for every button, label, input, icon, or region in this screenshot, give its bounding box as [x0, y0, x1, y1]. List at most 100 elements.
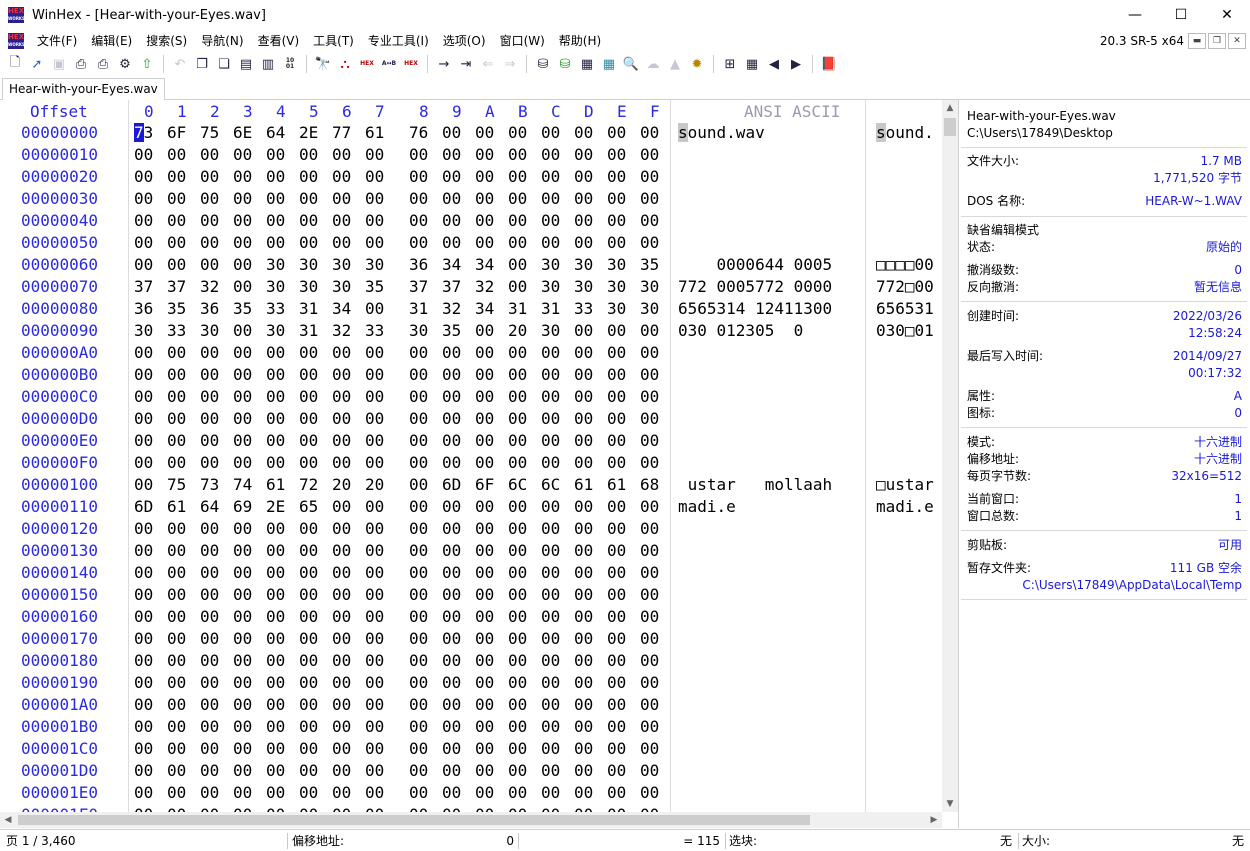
hex-byte[interactable]: 00: [299, 386, 318, 408]
hex-byte[interactable]: 00: [332, 562, 351, 584]
hex-byte[interactable]: 00: [409, 584, 428, 606]
hex-byte[interactable]: 00: [541, 782, 560, 804]
replace-text-icon[interactable]: HEX: [356, 53, 378, 75]
hex-byte[interactable]: 00: [607, 606, 626, 628]
hex-byte[interactable]: 2E: [299, 122, 318, 144]
hex-byte[interactable]: 00: [266, 210, 285, 232]
hex-byte[interactable]: 00: [200, 540, 219, 562]
hex-byte[interactable]: 00: [508, 122, 527, 144]
hex-byte[interactable]: 00: [233, 320, 252, 342]
hex-byte[interactable]: 00: [640, 122, 659, 144]
hex-byte[interactable]: 00: [332, 782, 351, 804]
hex-byte[interactable]: 00: [167, 540, 186, 562]
hex-byte[interactable]: 00: [167, 562, 186, 584]
doc-restore-button[interactable]: ❐: [1208, 33, 1226, 49]
document-logo-icon[interactable]: HEX WORKS: [8, 33, 25, 49]
hex-byte[interactable]: 00: [541, 760, 560, 782]
hex-byte[interactable]: 64: [200, 496, 219, 518]
hex-byte[interactable]: 00: [332, 364, 351, 386]
hex-byte[interactable]: 00: [574, 584, 593, 606]
back-icon[interactable]: ⇐: [477, 53, 499, 75]
hex-byte[interactable]: 00: [299, 738, 318, 760]
hex-byte[interactable]: 30: [299, 254, 318, 276]
hex-byte[interactable]: 00: [508, 496, 527, 518]
hex-byte[interactable]: 00: [134, 738, 153, 760]
hex-byte[interactable]: 00: [299, 672, 318, 694]
hex-byte[interactable]: 61: [607, 474, 626, 496]
hex-byte[interactable]: 00: [200, 342, 219, 364]
hex-byte[interactable]: 00: [508, 408, 527, 430]
hex-byte[interactable]: 00: [508, 760, 527, 782]
hex-byte[interactable]: 00: [332, 650, 351, 672]
hex-byte[interactable]: 00: [475, 782, 494, 804]
hex-byte[interactable]: 00: [475, 496, 494, 518]
hex-byte[interactable]: 6D: [134, 496, 153, 518]
hex-byte[interactable]: 00: [134, 452, 153, 474]
hex-byte[interactable]: 00: [266, 650, 285, 672]
open-disk-icon[interactable]: ⛁: [532, 53, 554, 75]
hex-byte[interactable]: 00: [640, 386, 659, 408]
hex-byte[interactable]: 00: [332, 188, 351, 210]
hex-byte[interactable]: 00: [134, 760, 153, 782]
hex-byte[interactable]: 00: [233, 364, 252, 386]
hex-byte[interactable]: 00: [475, 584, 494, 606]
hex-byte[interactable]: 00: [332, 342, 351, 364]
hex-byte[interactable]: 00: [365, 342, 384, 364]
hex-byte[interactable]: 00: [299, 232, 318, 254]
hex-byte[interactable]: 00: [541, 210, 560, 232]
hex-byte[interactable]: 00: [365, 188, 384, 210]
hex-byte[interactable]: 00: [640, 232, 659, 254]
hex-byte[interactable]: 30: [299, 276, 318, 298]
hex-byte[interactable]: 36: [200, 298, 219, 320]
hex-byte[interactable]: 00: [409, 650, 428, 672]
horizontal-scrollbar[interactable]: ◀ ▶: [0, 812, 942, 828]
hex-byte[interactable]: 00: [167, 364, 186, 386]
menu-search[interactable]: 搜索(S): [139, 30, 194, 52]
hex-byte[interactable]: 00: [167, 144, 186, 166]
hex-byte[interactable]: 00: [475, 738, 494, 760]
hex-byte[interactable]: 00: [541, 628, 560, 650]
doc-close-button[interactable]: ✕: [1228, 33, 1246, 49]
hex-byte[interactable]: 00: [640, 188, 659, 210]
menu-file[interactable]: 文件(F): [30, 30, 84, 52]
hex-byte[interactable]: 00: [332, 144, 351, 166]
hex-byte[interactable]: 00: [332, 452, 351, 474]
hex-byte[interactable]: 00: [409, 496, 428, 518]
hex-byte[interactable]: 00: [508, 276, 527, 298]
goto-offset-icon[interactable]: →: [433, 53, 455, 75]
hex-byte[interactable]: 00: [541, 738, 560, 760]
hex-byte[interactable]: 31: [409, 298, 428, 320]
hex-byte[interactable]: 00: [508, 188, 527, 210]
hex-byte[interactable]: 31: [508, 298, 527, 320]
hex-byte[interactable]: 00: [640, 166, 659, 188]
hex-byte[interactable]: 00: [475, 606, 494, 628]
hex-byte[interactable]: 00: [365, 518, 384, 540]
hex-byte[interactable]: 00: [541, 584, 560, 606]
help-book-icon[interactable]: 📕: [818, 53, 840, 75]
hex-byte[interactable]: 00: [541, 540, 560, 562]
hex-byte[interactable]: 00: [574, 430, 593, 452]
hex-byte[interactable]: 36: [134, 298, 153, 320]
hex-byte[interactable]: 00: [508, 738, 527, 760]
hex-byte[interactable]: 00: [574, 716, 593, 738]
hex-byte[interactable]: 00: [299, 562, 318, 584]
hex-byte[interactable]: 00: [167, 232, 186, 254]
hex-byte[interactable]: 37: [134, 276, 153, 298]
hex-byte[interactable]: 00: [233, 760, 252, 782]
hex-byte[interactable]: 00: [607, 430, 626, 452]
hex-byte[interactable]: 36: [409, 254, 428, 276]
hex-byte[interactable]: 72: [299, 474, 318, 496]
print-preview-icon[interactable]: ⎙: [92, 53, 114, 75]
hex-byte[interactable]: 20: [508, 320, 527, 342]
hex-byte[interactable]: 00: [332, 430, 351, 452]
hex-byte[interactable]: 00: [233, 694, 252, 716]
hex-byte[interactable]: 00: [508, 430, 527, 452]
compare-icon[interactable]: ☁: [642, 53, 664, 75]
hex-byte[interactable]: 00: [409, 144, 428, 166]
hex-byte[interactable]: 00: [409, 408, 428, 430]
hex-byte[interactable]: 00: [508, 540, 527, 562]
hex-byte[interactable]: 00: [442, 716, 461, 738]
hex-byte[interactable]: 00: [299, 782, 318, 804]
hex-byte[interactable]: 00: [167, 452, 186, 474]
hex-byte[interactable]: 00: [508, 672, 527, 694]
